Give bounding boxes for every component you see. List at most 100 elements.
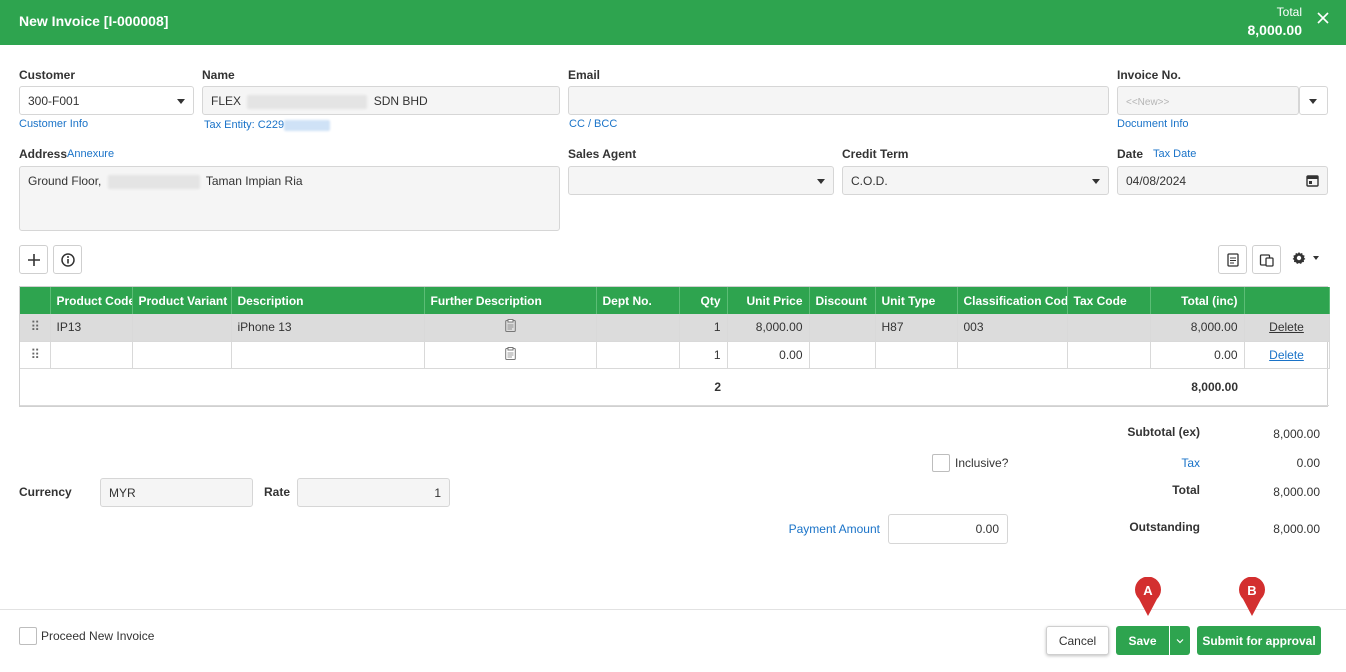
cell-classification-code[interactable]: 003 xyxy=(957,314,1068,342)
customer-info-link[interactable]: Customer Info xyxy=(19,118,88,130)
address-suffix: Taman Impian Ria xyxy=(205,174,303,188)
sales-agent-select[interactable] xyxy=(568,166,834,195)
total-label: Total xyxy=(1172,483,1200,497)
info-icon xyxy=(60,252,75,267)
marker-a-pin: A xyxy=(1134,576,1162,617)
column-header[interactable]: Product Code xyxy=(50,287,133,314)
inclusive-checkbox[interactable] xyxy=(932,454,950,472)
column-header[interactable]: Product Variant xyxy=(132,287,232,314)
subtotal-value: 8,000.00 xyxy=(1273,427,1320,441)
cell-dept[interactable] xyxy=(596,341,680,369)
column-header[interactable]: Description xyxy=(231,287,425,314)
table-footer-row: 2 8,000.00 xyxy=(20,368,1329,406)
cell-discount[interactable] xyxy=(809,341,876,369)
info-button[interactable] xyxy=(53,245,82,274)
column-header xyxy=(20,287,51,314)
cell-unit-price[interactable]: 8,000.00 xyxy=(727,314,810,342)
credit-term-select[interactable]: C.O.D. xyxy=(842,166,1109,195)
cell-further-description[interactable] xyxy=(424,314,597,342)
redacted-address xyxy=(107,174,200,189)
delete-row-link[interactable]: Delete xyxy=(1269,320,1304,334)
date-value: 04/08/2024 xyxy=(1126,174,1187,188)
clipboard-icon[interactable] xyxy=(504,319,516,333)
rate-field[interactable]: 1 xyxy=(297,478,450,507)
column-header[interactable]: Total (inc) xyxy=(1150,287,1245,314)
gear-icon xyxy=(1292,252,1306,264)
proceed-new-invoice-checkbox[interactable] xyxy=(19,627,37,645)
table-row[interactable]: ⠿ IP13 iPhone 13 1 8,000.00 H87 003 8,00… xyxy=(20,314,1330,342)
table-row[interactable]: ⠿ 1 0.00 0.00 Delete xyxy=(20,341,1330,369)
export-button[interactable] xyxy=(1218,245,1247,274)
cell-classification-code[interactable] xyxy=(957,341,1068,369)
cell-product-code[interactable]: IP13 xyxy=(50,314,133,342)
column-header[interactable]: Unit Price xyxy=(727,287,810,314)
add-row-button[interactable] xyxy=(19,245,48,274)
column-header[interactable]: Tax Code xyxy=(1067,287,1151,314)
cell-tax-code[interactable] xyxy=(1067,314,1151,342)
cell-tax-code[interactable] xyxy=(1067,341,1151,369)
column-header[interactable]: Discount xyxy=(809,287,876,314)
cell-unit-type[interactable]: H87 xyxy=(875,314,958,342)
invoice-no-field[interactable]: <<New>> xyxy=(1117,86,1299,115)
address-field[interactable]: Ground Floor, Taman Impian Ria xyxy=(19,166,560,231)
tax-entity-link[interactable]: Tax Entity: C229 xyxy=(204,119,331,131)
column-header[interactable]: Dept No. xyxy=(596,287,680,314)
cell-description[interactable]: iPhone 13 xyxy=(231,314,425,342)
date-field[interactable]: 04/08/2024 xyxy=(1117,166,1328,195)
items-table: Product Code Product Variant Description… xyxy=(19,286,1330,407)
drag-handle-icon[interactable]: ⠿ xyxy=(30,319,39,334)
email-label: Email xyxy=(568,68,601,82)
customer-select[interactable]: 300-F001 xyxy=(19,86,194,115)
column-header[interactable]: Unit Type xyxy=(875,287,958,314)
redacted-name xyxy=(247,94,368,109)
cell-dept[interactable] xyxy=(596,314,680,342)
cell-variant[interactable] xyxy=(132,341,232,369)
drag-handle-icon[interactable]: ⠿ xyxy=(30,347,39,362)
close-icon[interactable] xyxy=(1316,11,1330,25)
document-info-link[interactable]: Document Info xyxy=(1117,118,1189,130)
redacted-tax-entity xyxy=(284,119,331,131)
currency-field[interactable]: MYR xyxy=(100,478,253,507)
cell-variant[interactable] xyxy=(132,314,232,342)
cell-qty[interactable]: 1 xyxy=(679,341,728,369)
cancel-button[interactable]: Cancel xyxy=(1046,626,1109,655)
submit-for-approval-button[interactable]: Submit for approval xyxy=(1197,626,1321,655)
save-options-button[interactable] xyxy=(1170,626,1190,655)
chevron-down-icon xyxy=(1313,256,1319,260)
cell-discount[interactable] xyxy=(809,314,876,342)
cell-qty[interactable]: 1 xyxy=(679,314,728,342)
column-header[interactable]: Qty xyxy=(679,287,728,314)
copy-button[interactable] xyxy=(1252,245,1281,274)
payment-amount-link[interactable]: Payment Amount xyxy=(770,522,880,536)
document-icon xyxy=(1226,252,1239,267)
delete-row-link[interactable]: Delete xyxy=(1269,348,1304,362)
cell-unit-type[interactable] xyxy=(875,341,958,369)
chevron-down-icon xyxy=(817,179,825,184)
name-suffix: SDN BHD xyxy=(373,94,428,108)
cell-product-code[interactable] xyxy=(50,341,133,369)
column-header[interactable]: Further Description xyxy=(424,287,597,314)
chevron-down-icon xyxy=(177,99,185,104)
cc-bcc-link[interactable]: CC / BCC xyxy=(569,118,617,130)
total-value: 8,000.00 xyxy=(1273,485,1320,499)
settings-menu[interactable] xyxy=(1292,251,1322,267)
cell-description[interactable] xyxy=(231,341,425,369)
cell-unit-price[interactable]: 0.00 xyxy=(727,341,810,369)
marker-b-pin: B xyxy=(1238,576,1266,617)
address-prefix: Ground Floor, xyxy=(28,174,102,188)
annexure-link[interactable]: Annexure xyxy=(67,148,114,160)
clipboard-icon[interactable] xyxy=(504,346,516,360)
payment-amount-field[interactable]: 0.00 xyxy=(888,514,1008,544)
save-button[interactable]: Save xyxy=(1116,626,1169,655)
header-total-label: Total xyxy=(1276,5,1302,19)
column-header[interactable]: Classification Code xyxy=(957,287,1068,314)
calendar-icon[interactable] xyxy=(1306,174,1319,190)
address-label: Address xyxy=(19,147,68,161)
name-field[interactable]: FLEX SDN BHD xyxy=(202,86,560,115)
tax-link[interactable]: Tax xyxy=(1100,456,1200,470)
tax-date-link[interactable]: Tax Date xyxy=(1153,148,1196,160)
header-total-value: 8,000.00 xyxy=(1247,22,1303,38)
invoice-no-dropdown[interactable] xyxy=(1299,86,1328,115)
cell-further-description[interactable] xyxy=(424,341,597,369)
email-field[interactable] xyxy=(568,86,1109,115)
